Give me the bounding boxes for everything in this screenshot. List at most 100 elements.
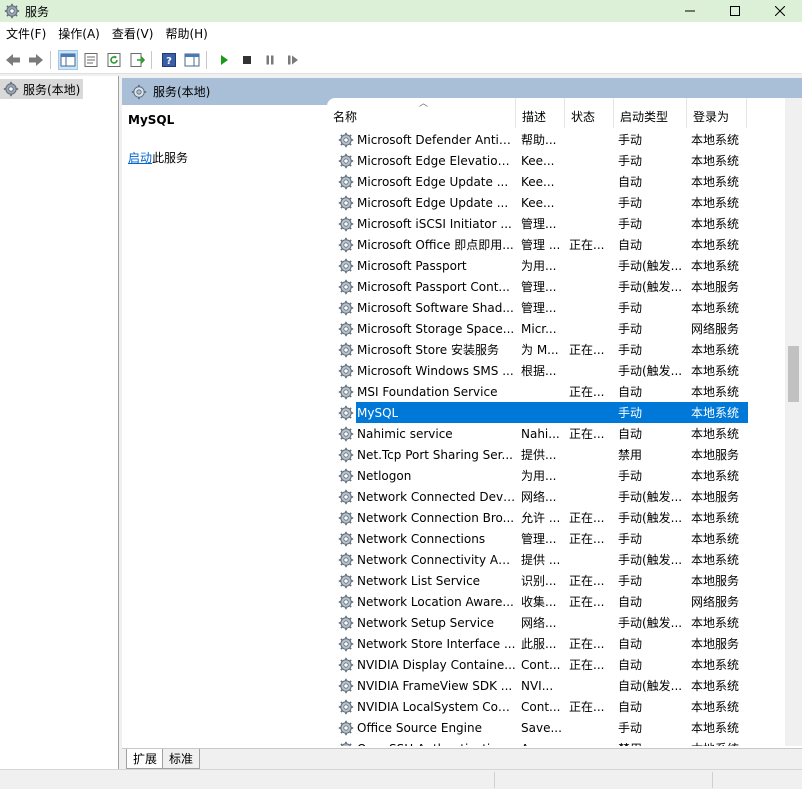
minimize-icon [684, 10, 695, 12]
table-row[interactable]: Network Connected Devi... 网络... 手动(触发... 本地… [327, 486, 782, 507]
column-header-description[interactable]: 描述 [516, 98, 565, 128]
column-header-name[interactable]: ︿ 名称 [327, 98, 516, 128]
tree-item-services-local[interactable]: 服务(本地) [0, 79, 84, 99]
table-row[interactable]: Microsoft Store 安装服务 为 M... 正在... 手动 本地系统 [327, 339, 782, 360]
cell-name: MSI Foundation Service [327, 384, 516, 400]
table-row[interactable]: Network Connection Bro... 允许 ... 正在... 手动(触… [327, 507, 782, 528]
table-row[interactable]: Network List Service 识别... 正在... 手动 本地服务 [327, 570, 782, 591]
table-row[interactable]: NVIDIA LocalSystem Con... Cont... 正在... 自动 本… [327, 696, 782, 717]
cell-startup-type: 自动 [618, 427, 643, 441]
close-button[interactable] [757, 0, 802, 22]
table-row[interactable]: NVIDIA Display Containe... Cont... 正在... 自动… [327, 654, 782, 675]
table-row[interactable]: Microsoft Edge Update ... Kee... 自动 本地系统 [327, 171, 782, 192]
table-row[interactable]: Microsoft Passport Cont... 管理... 手动(触发... 本… [327, 276, 782, 297]
service-name: Microsoft Office 即点即用... [357, 238, 514, 252]
cell-description: 管理 ... [521, 238, 561, 252]
table-row[interactable]: MySQL 手动 本地系统 [327, 402, 782, 423]
show-action-pane-button[interactable] [182, 50, 202, 70]
table-row[interactable]: MSI Foundation Service 正在... 自动 本地系统 [327, 381, 782, 402]
service-gear-icon [338, 258, 354, 273]
table-row[interactable]: Network Location Aware... 收集... 正在... 自动 网络服… [327, 591, 782, 612]
service-name: OpenSSH Authentication ... [357, 742, 516, 747]
show-hide-tree-button[interactable] [58, 49, 78, 70]
table-row[interactable]: Network Connections 管理... 正在... 手动 本地系统 [327, 528, 782, 549]
back-button[interactable] [3, 50, 23, 70]
table-row[interactable]: Netlogon 为用... 手动 本地系统 [327, 465, 782, 486]
view-tabs: 扩展 标准 [122, 748, 802, 769]
table-row[interactable]: Network Setup Service 网络... 手动(触发... 本地系统 [327, 612, 782, 633]
menu-help[interactable]: 帮助(H) [159, 22, 213, 46]
table-row[interactable]: Microsoft iSCSI Initiator ... 管理... 手动 本地系统 [327, 213, 782, 234]
cell-logon-as: 网络服务 [691, 322, 740, 336]
minimize-button[interactable] [667, 0, 712, 22]
table-row[interactable]: Net.Tcp Port Sharing Ser... 提供... 禁用 本地服务 [327, 444, 782, 465]
help-button[interactable]: ? [159, 50, 179, 70]
stop-service-button[interactable] [237, 50, 257, 70]
service-gear-icon [338, 720, 354, 735]
service-action: 启动此服务 [128, 149, 188, 166]
table-row[interactable]: Network Store Interface ... 此服... 正在... 自动 本… [327, 633, 782, 654]
cell-startup-type: 手动(触发... [618, 280, 683, 294]
table-row[interactable]: Microsoft Edge Update ... Kee... 手动 本地系统 [327, 192, 782, 213]
column-header-startup-type[interactable]: 启动类型 [614, 98, 687, 128]
cell-name: OpenSSH Authentication ... [327, 741, 516, 747]
service-name: Microsoft iSCSI Initiator ... [357, 216, 512, 231]
scrollbar-thumb[interactable] [788, 346, 799, 402]
refresh-button[interactable] [104, 50, 124, 70]
close-icon [774, 6, 785, 16]
menu-action[interactable]: 操作(A) [52, 22, 106, 46]
cell-logon-as: 本地系统 [691, 406, 740, 420]
service-gear-icon [338, 510, 354, 525]
service-detail-panel: MySQL 启动此服务 [122, 105, 327, 769]
services-pane: 服务(本地) MySQL 启动此服务 ︿ 名称 描述 状态 启动类型 登录为 M… [122, 78, 802, 769]
cell-name: Network Connected Devi... [327, 489, 516, 505]
table-row[interactable]: Microsoft Office 即点即用... 管理 ... 正在... 自动 本地系… [327, 234, 782, 255]
table-row[interactable]: Microsoft Windows SMS ... 根据... 手动(触发... 本地… [327, 360, 782, 381]
table-row[interactable]: NVIDIA FrameView SDK ... NVI... 自动(触发... 本地… [327, 675, 782, 696]
cell-logon-as: 本地系统 [691, 133, 740, 147]
menu-file[interactable]: 文件(F) [0, 22, 52, 46]
start-service-button[interactable] [214, 50, 234, 70]
cell-startup-type: 自动(触发... [618, 679, 683, 693]
tab-standard[interactable]: 标准 [162, 749, 201, 769]
cell-logon-as: 本地系统 [691, 553, 740, 567]
arrow-right-icon [29, 53, 43, 66]
services-list: ︿ 名称 描述 状态 启动类型 登录为 Microsoft Defender A… [327, 98, 802, 746]
table-row[interactable]: Network Connectivity Ass... 提供 ... 手动(触发..… [327, 549, 782, 570]
cell-description: 网络... [521, 616, 557, 630]
properties-button[interactable] [81, 50, 101, 70]
vertical-scrollbar[interactable] [785, 98, 802, 746]
table-row[interactable]: Microsoft Storage Space... Micr... 手动 网络服务 [327, 318, 782, 339]
service-gear-icon [338, 615, 354, 630]
column-header-status[interactable]: 状态 [565, 98, 614, 128]
cell-description: 管理... [521, 301, 557, 315]
maximize-button[interactable] [712, 0, 757, 22]
pause-service-button[interactable] [260, 50, 280, 70]
title-bar: 服务 [0, 0, 802, 22]
table-row[interactable]: Microsoft Software Shad... 管理... 手动 本地系统 [327, 297, 782, 318]
table-row[interactable]: Nahimic service Nahi... 正在... 自动 本地系统 [327, 423, 782, 444]
export-list-button[interactable] [127, 50, 147, 70]
table-row[interactable]: Office Source Engine Save... 手动 本地系统 [327, 717, 782, 738]
service-gear-icon [338, 678, 354, 693]
menu-view[interactable]: 查看(V) [106, 22, 160, 46]
gear-icon [4, 3, 20, 19]
cell-status: 正在... [569, 511, 605, 525]
window-controls [667, 0, 802, 22]
table-row[interactable]: Microsoft Edge Elevation... Kee... 手动 本地系统 [327, 150, 782, 171]
table-row[interactable]: Microsoft Passport 为用... 手动(触发... 本地系统 [327, 255, 782, 276]
start-service-link[interactable]: 启动 [128, 151, 152, 165]
restart-service-button[interactable] [283, 50, 303, 70]
cell-name: Microsoft Office 即点即用... [327, 236, 516, 253]
service-gear-icon [338, 573, 354, 588]
cell-status: 正在... [569, 532, 605, 546]
gear-icon [131, 84, 147, 99]
column-header-logon-as[interactable]: 登录为 [687, 98, 747, 128]
cell-description: 根据... [521, 364, 557, 378]
table-row[interactable]: OpenSSH Authentication ...A... 禁用本地系统 [327, 738, 782, 746]
cell-description: 识别... [521, 574, 557, 588]
forward-button[interactable] [26, 50, 46, 70]
tab-extended[interactable]: 扩展 [126, 749, 165, 769]
table-row[interactable]: Microsoft Defender Antiv... 帮助... 手动 本地系统 [327, 129, 782, 150]
cell-description: Kee... [521, 195, 555, 210]
